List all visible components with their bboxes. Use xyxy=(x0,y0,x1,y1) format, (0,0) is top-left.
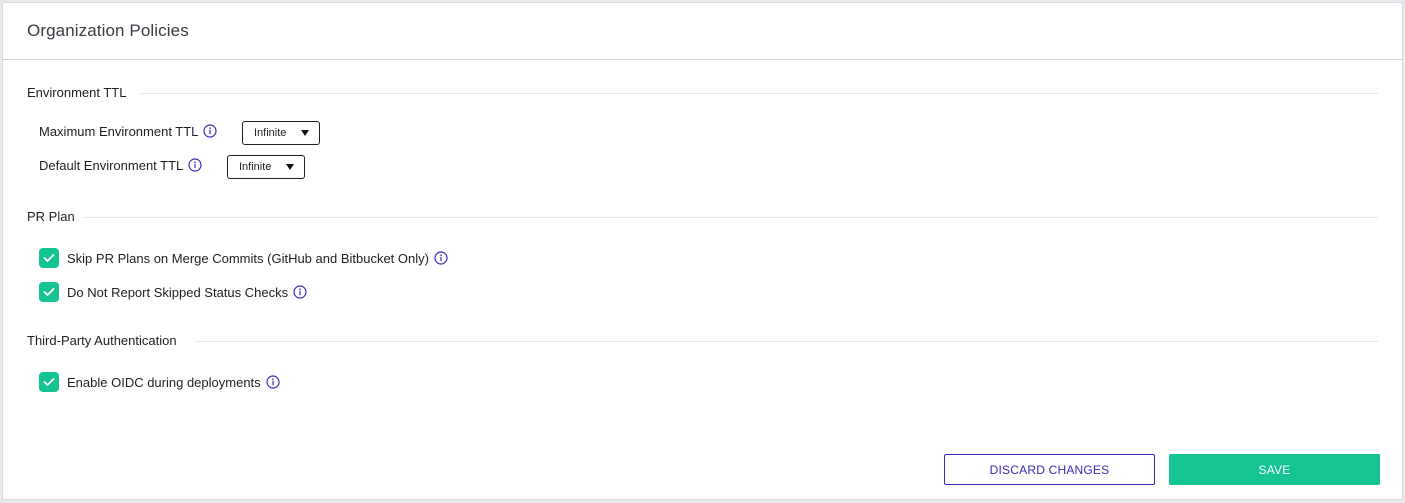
section-divider xyxy=(195,341,1378,342)
no-report-skipped-label: Do Not Report Skipped Status Checks xyxy=(67,284,289,300)
info-icon[interactable] xyxy=(293,285,307,299)
info-icon[interactable] xyxy=(188,158,202,172)
skip-merge-commits-row: Skip PR Plans on Merge Commits (GitHub a… xyxy=(39,248,448,268)
checkmark-icon xyxy=(43,288,55,296)
no-report-skipped-row: Do Not Report Skipped Status Checks xyxy=(39,282,307,302)
checkmark-icon xyxy=(43,254,55,262)
enable-oidc-checkbox[interactable] xyxy=(39,372,59,392)
checkmark-icon xyxy=(43,378,55,386)
section-divider xyxy=(83,217,1378,218)
default-ttl-value: Infinite xyxy=(239,161,272,173)
info-icon[interactable] xyxy=(203,124,218,138)
default-ttl-row: Default Environment TTL xyxy=(39,156,202,174)
max-ttl-value: Infinite xyxy=(254,127,287,139)
section-title-third-party-auth: Third-Party Authentication xyxy=(27,333,177,348)
max-ttl-label: Maximum Environment TTL xyxy=(39,123,199,139)
no-report-skipped-checkbox[interactable] xyxy=(39,282,59,302)
caret-down-icon xyxy=(286,164,294,170)
page-title: Organization Policies xyxy=(27,21,189,40)
save-button[interactable]: SAVE xyxy=(1169,454,1380,485)
section-title-pr-plan: PR Plan xyxy=(27,209,75,224)
max-ttl-row: Maximum Environment TTL xyxy=(39,122,218,140)
default-ttl-select[interactable]: Infinite xyxy=(227,155,305,179)
card-header: Organization Policies xyxy=(3,3,1402,60)
organization-policies-card: Organization Policies Environment TTL Ma… xyxy=(2,2,1403,500)
default-ttl-label: Default Environment TTL xyxy=(39,157,184,173)
discard-changes-button[interactable]: DISCARD CHANGES xyxy=(944,454,1155,485)
skip-merge-commits-checkbox[interactable] xyxy=(39,248,59,268)
section-divider xyxy=(140,93,1378,94)
section-title-environment-ttl: Environment TTL xyxy=(27,85,127,100)
caret-down-icon xyxy=(301,130,309,136)
info-icon[interactable] xyxy=(434,251,448,265)
info-icon[interactable] xyxy=(266,375,280,389)
enable-oidc-label: Enable OIDC during deployments xyxy=(67,374,261,390)
max-ttl-select[interactable]: Infinite xyxy=(242,121,320,145)
skip-merge-commits-label: Skip PR Plans on Merge Commits (GitHub a… xyxy=(67,250,429,266)
enable-oidc-row: Enable OIDC during deployments xyxy=(39,372,280,392)
